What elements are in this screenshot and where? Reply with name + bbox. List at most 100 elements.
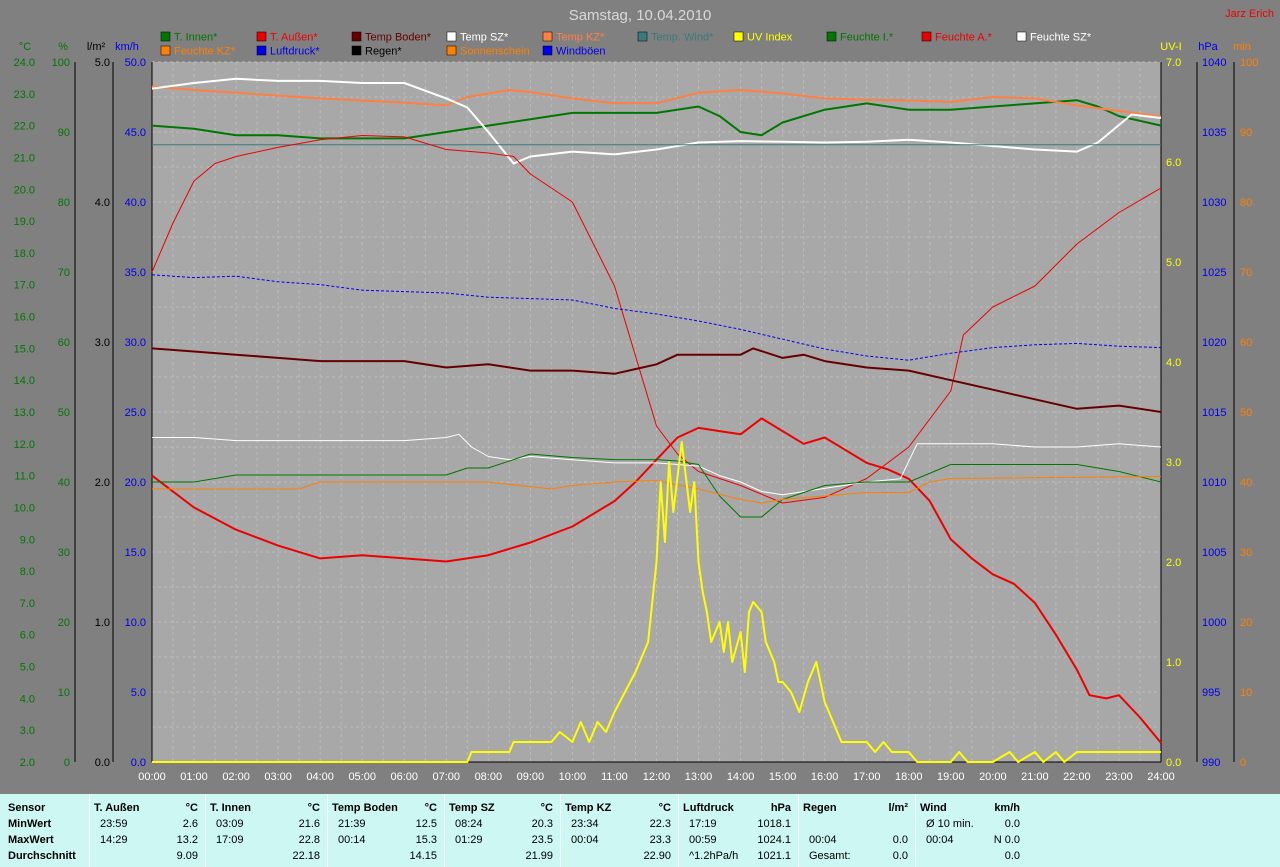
x-tick-label: 13:00 [685,771,713,783]
x-tick-label: 17:00 [853,771,881,783]
chart-title: Samstag, 10.04.2010 [569,7,712,24]
stat-min-time: 21:39 [338,818,366,830]
stat-title: Regen [803,802,837,814]
x-tick-label: 16:00 [811,771,839,783]
tick-label-uv: 7.0 [1166,57,1181,69]
x-tick-label: 18:00 [895,771,923,783]
stat-separator [327,794,328,867]
tick-label-rain: 1.0 [95,617,110,629]
tick-label-temp: 12.0 [14,439,35,451]
tick-label-temp: 7.0 [20,598,35,610]
legend-label: Temp Boden* [365,32,432,44]
x-tick-label: 04:00 [306,771,334,783]
legend-label: Temp KZ* [556,32,605,44]
tick-label-press: 1010 [1202,477,1226,489]
stat-max-value: 1024.1 [757,834,791,846]
tick-label-temp: 15.0 [14,343,35,355]
x-tick-label: 07:00 [433,771,461,783]
axis-unit-hum: % [58,41,68,53]
tick-label-wind: 25.0 [125,407,146,419]
legend-label: UV Index [747,32,793,44]
statistics-table: Sensor MinWert MaxWert Durchschnitt T. A… [0,794,1280,867]
stat-avg-value: 1021.1 [757,850,791,862]
tick-label-sun: 50 [1240,407,1252,419]
stat-unit: °C [185,802,198,814]
tick-label-press: 1000 [1202,617,1226,629]
tick-label-sun: 90 [1240,127,1252,139]
tick-label-press: 1020 [1202,337,1226,349]
stat-separator [915,794,916,867]
tick-label-uv: 6.0 [1166,157,1181,169]
x-tick-label: 03:00 [264,771,292,783]
tick-label-temp: 10.0 [14,502,35,514]
x-tick-label: 11:00 [601,771,628,783]
tick-label-hum: 70 [58,267,70,279]
stat-separator [444,794,445,867]
axis-unit-wind: km/h [115,41,139,53]
stat-min-time: 23:34 [571,818,599,830]
x-tick-label: 24:00 [1147,771,1175,783]
tick-label-press: 1040 [1202,57,1226,69]
legend-label: Feuchte SZ* [1030,32,1092,44]
tick-label-temp: 19.0 [14,216,35,228]
x-tick-label: 06:00 [390,771,418,783]
legend-label: Feuchte KZ* [174,46,236,58]
stat-title: T. Innen [210,802,251,814]
tick-label-hum: 50 [58,407,70,419]
tick-label-hum: 100 [52,57,70,69]
x-tick-label: 23:00 [1105,771,1133,783]
legend-label: T. Innen* [174,32,218,44]
legend-swatch [826,31,837,42]
stat-avg-value: 22.18 [292,850,320,862]
tick-label-wind: 15.0 [125,547,146,559]
legend-label: Temp. Wind* [651,32,714,44]
stat-avg-value: 0.0 [892,850,908,862]
stat-avg-time: Gesamt: [809,850,851,862]
x-tick-label: 12:00 [643,771,671,783]
x-tick-label: 08:00 [475,771,503,783]
tick-label-wind: 50.0 [125,57,146,69]
legend-label: Regen* [365,46,402,58]
tick-label-temp: 14.0 [14,375,35,387]
tick-label-hum: 60 [58,337,70,349]
tick-label-wind: 35.0 [125,267,146,279]
legend-label: Windböen [556,46,606,58]
tick-label-rain: 4.0 [95,197,110,209]
legend-swatch [446,45,457,56]
legend-swatch [351,45,362,56]
tick-label-wind: 40.0 [125,197,146,209]
tick-label-temp: 17.0 [14,280,35,292]
legend-swatch [637,31,648,42]
tick-label-temp: 5.0 [20,662,35,674]
legend-swatch [160,45,171,56]
stat-max-value: 15.3 [415,834,437,846]
tick-label-temp: 4.0 [20,693,35,705]
legend-label: T. Außen* [270,32,318,44]
stat-avg-time: ^1.2hPa/h [689,850,739,862]
stat-separator [205,794,206,867]
tick-label-hum: 10 [58,687,70,699]
stat-block: T. Außen °C 23:59 2.6 14:29 13.2 9.09 [92,794,204,867]
legend-swatch [446,31,457,42]
stat-separator [678,794,679,867]
stat-min-time: Ø 10 min. [926,818,974,830]
stat-title: Temp KZ [565,802,612,814]
tick-label-wind: 30.0 [125,337,146,349]
x-tick-label: 19:00 [937,771,965,783]
tick-label-hum: 40 [58,477,70,489]
stat-max-value: 23.3 [649,834,671,846]
stat-avg-value: 0.0 [1004,850,1020,862]
stat-unit: °C [424,802,437,814]
stat-unit: km/h [994,802,1020,814]
x-tick-label: 10:00 [559,771,587,783]
tick-label-press: 1035 [1202,127,1226,139]
legend-label: Feuchte I.* [840,32,894,44]
stat-min-value: 1018.1 [757,818,791,830]
stat-block: Temp SZ °C 08:24 20.3 01:29 23.5 21.99 [447,794,559,867]
x-tick-label: 00:00 [138,771,166,783]
tick-label-temp: 2.0 [20,757,35,769]
stat-max-value: N 0.0 [993,834,1020,846]
x-tick-label: 09:00 [517,771,545,783]
tick-label-sun: 80 [1240,197,1252,209]
tick-label-uv: 1.0 [1166,657,1181,669]
